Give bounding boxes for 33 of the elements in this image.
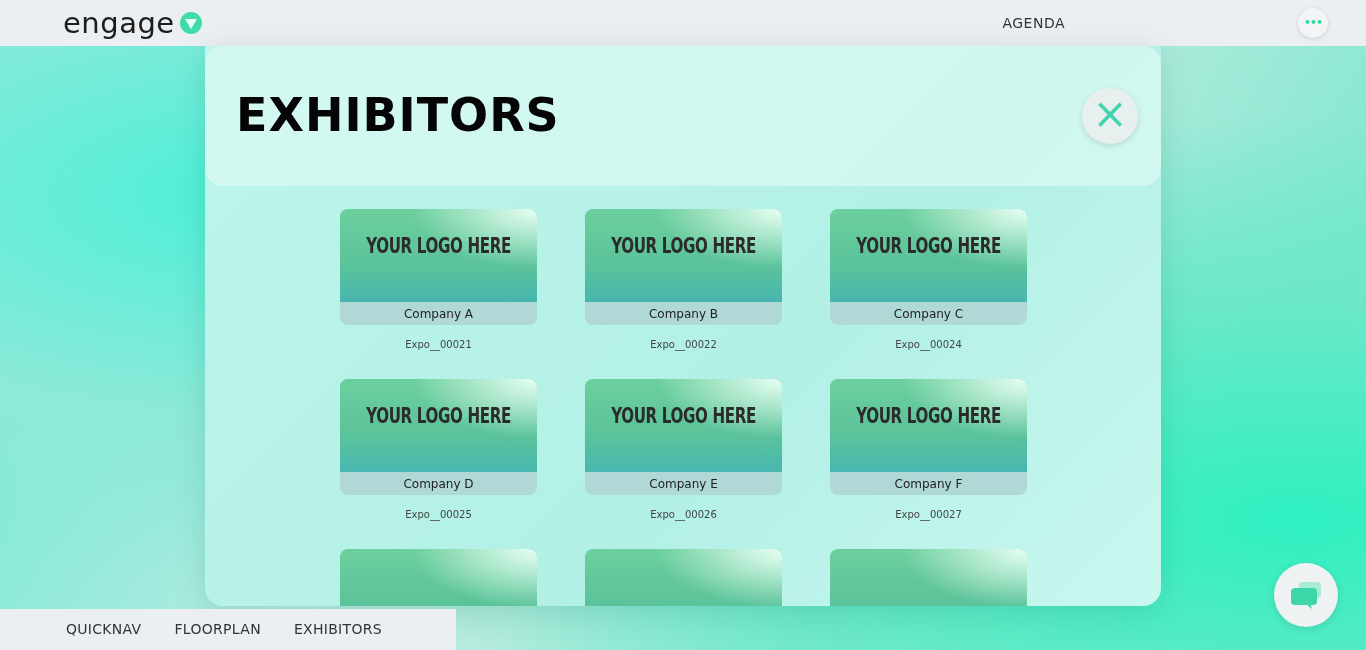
logo-placeholder-text: YOUR LOGO HERE: [366, 402, 511, 430]
exhibitor-card[interactable]: YOUR LOGO HERE Company B: [585, 209, 782, 325]
company-name: Company D: [403, 475, 474, 493]
bottom-nav-link[interactable]: FLOORPLAN: [174, 619, 261, 640]
exhibitor-card[interactable]: YOUR LOGO HERE Company C: [830, 209, 1027, 325]
exhibitor-card[interactable]: YOUR LOGO HERE Company D: [340, 379, 537, 495]
logo-icon: [178, 11, 203, 35]
exhibitor-card[interactable]: YOUR LOGO HERE Company F: [830, 379, 1027, 495]
booth-code: Expo__00022: [650, 339, 717, 350]
booth-code: Expo__00024: [895, 339, 962, 350]
booth-code: Expo__00027: [895, 509, 962, 520]
modal-title: EXHIBITORS: [236, 88, 560, 144]
logo-placeholder-text: YOUR LOGO HERE: [611, 232, 756, 260]
chat-icon: [1290, 580, 1322, 610]
company-name: Company F: [894, 475, 963, 493]
chat-button[interactable]: [1274, 563, 1338, 627]
logo-placeholder-text: YOUR LOGO HERE: [856, 232, 1001, 260]
company-name: Company C: [893, 305, 964, 323]
bottom-nav-link[interactable]: EXHIBITORS: [293, 619, 382, 640]
company-name: Company A: [403, 305, 474, 323]
company-name: Company E: [649, 475, 718, 493]
exhibitor-card[interactable]: YOUR LOGO HERE Company E: [585, 379, 782, 495]
nav-link[interactable]: AGENDA: [1002, 12, 1065, 34]
booth-code: Expo__00026: [650, 509, 717, 520]
company-name: Company B: [648, 305, 719, 323]
logo-placeholder-text: YOUR LOGO HERE: [611, 402, 756, 430]
booth-code: Expo__00021: [405, 339, 472, 350]
exhibitor-card[interactable]: YOUR LOGO HERE Company A: [340, 209, 537, 325]
bottom-nav-link[interactable]: QUICKNAV: [66, 619, 142, 640]
logo-placeholder-text: YOUR LOGO HERE: [856, 402, 1001, 430]
booth-code: Expo__00025: [405, 509, 472, 520]
brand-logo[interactable]: engage: [63, 8, 175, 38]
logo-placeholder-text: YOUR LOGO HERE: [366, 232, 511, 260]
